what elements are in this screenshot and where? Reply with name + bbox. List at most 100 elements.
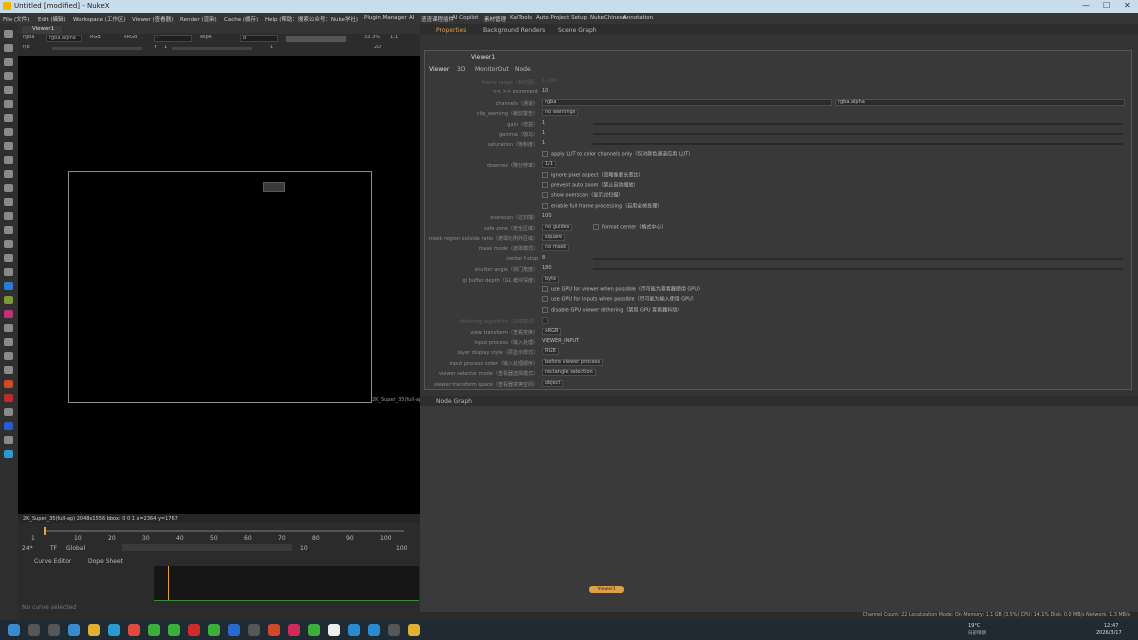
app6-icon[interactable] [268, 624, 280, 636]
particles-tool-icon[interactable] [4, 198, 13, 206]
property-slider[interactable] [593, 133, 1123, 135]
menu-cache[interactable]: Cache (缓存) [224, 15, 258, 23]
merge-tool-icon[interactable] [4, 128, 13, 136]
air-tool-icon[interactable] [4, 268, 13, 276]
node-graph[interactable] [420, 396, 1138, 612]
draw-tool-icon[interactable] [4, 44, 13, 52]
ratio-select[interactable]: 1:1 [388, 35, 402, 42]
subtab-3d[interactable]: 3D [457, 66, 465, 73]
maximize-button[interactable]: ☐ [1103, 1, 1110, 10]
gain-slider[interactable] [52, 47, 142, 50]
task-view-icon[interactable] [48, 624, 60, 636]
property-dropdown[interactable]: no warnings [542, 109, 579, 117]
nuke-taskbar-icon[interactable] [328, 624, 340, 636]
property-dropdown[interactable]: 1/1 [542, 161, 557, 169]
image-tool-icon[interactable] [4, 30, 13, 38]
plugin-blue-icon[interactable] [4, 282, 13, 290]
property-value[interactable]: 1 [542, 120, 545, 127]
app11-icon[interactable] [388, 624, 400, 636]
timeline-track[interactable] [44, 530, 404, 532]
property-slider[interactable] [593, 122, 1123, 125]
property-checkbox[interactable]: prevent auto zoom（禁止自动缩放） [542, 182, 638, 190]
property-checkbox[interactable]: show overscan（显示过扫描） [542, 192, 623, 200]
wipe-select[interactable]: wipe [198, 35, 238, 42]
fps-select[interactable]: 24* [22, 545, 33, 552]
step-value[interactable]: 10 [300, 545, 308, 552]
lut-select[interactable]: sRGB [122, 35, 146, 42]
property-checkbox[interactable]: format center（格式中心） [593, 224, 666, 232]
property-value[interactable]: 1-100 [542, 78, 557, 85]
tf-select[interactable]: TF [50, 545, 57, 552]
weather-temp[interactable]: 19°C [968, 623, 980, 629]
plugin-gray2-icon[interactable] [4, 338, 13, 346]
range-select[interactable]: Global [66, 545, 85, 552]
property-slider[interactable] [593, 143, 1123, 146]
plugin-green-icon[interactable] [4, 296, 13, 304]
plugin-gray6-icon[interactable] [4, 436, 13, 444]
property-dropdown[interactable]: no guides [542, 223, 573, 231]
app3-icon[interactable] [188, 624, 200, 636]
tab-scene-graph[interactable]: Scene Graph [558, 27, 597, 34]
property-dropdown-secondary[interactable]: rgba.alpha [835, 98, 1125, 106]
property-checkbox[interactable]: use GPU for inputs when possible（尽可能为输入使… [542, 296, 697, 304]
plugin-gray5-icon[interactable] [4, 408, 13, 416]
property-slider[interactable] [593, 268, 1123, 271]
menu-annotation[interactable]: Annotation [623, 15, 653, 21]
minimize-button[interactable]: — [1082, 1, 1090, 10]
furnace-tool-icon[interactable] [4, 254, 13, 262]
property-dropdown[interactable]: sRGB [542, 327, 562, 335]
property-dropdown[interactable]: object [542, 379, 564, 387]
menu-ai-copilot[interactable]: AI Copilot [452, 15, 478, 21]
start-icon[interactable] [8, 624, 20, 636]
3d-tool-icon[interactable] [4, 156, 13, 164]
property-value[interactable]: 1 [542, 130, 545, 137]
views-tool-icon[interactable] [4, 170, 13, 178]
viewer-node[interactable]: Viewer1 [589, 586, 624, 593]
property-checkbox[interactable]: ignore pixel aspect（忽略像素长宽比） [542, 172, 643, 180]
tab-background-renders[interactable]: Background Renders [483, 27, 545, 34]
transform-tool-icon[interactable] [4, 142, 13, 150]
viewer-tool-icons[interactable] [286, 36, 346, 42]
property-dropdown[interactable]: before viewer process [542, 358, 604, 366]
time-tool-icon[interactable] [4, 58, 13, 66]
menu-edit[interactable]: Edit (编辑) [38, 15, 66, 23]
curve-grid[interactable] [154, 566, 419, 601]
menu-render[interactable]: Render (渲染) [180, 15, 217, 23]
subtab-viewer[interactable]: Viewer [429, 66, 449, 73]
deep-tool-icon[interactable] [4, 212, 13, 220]
zoom-select[interactable]: 33.3% [362, 35, 380, 42]
frame-value[interactable]: 1 [268, 45, 276, 52]
app5-icon[interactable] [228, 624, 240, 636]
2d-select[interactable]: 2D [372, 45, 384, 52]
property-dropdown[interactable]: byte [542, 275, 560, 283]
other-tool-icon[interactable] [4, 240, 13, 248]
settings-icon[interactable] [248, 624, 260, 636]
menu-help[interactable]: Help (帮助：搜索公众号：Nuke学社) [265, 15, 358, 23]
plugin-red-icon[interactable] [4, 394, 13, 402]
tab-node-graph[interactable]: Node Graph [436, 398, 472, 405]
channel-tool-icon[interactable] [4, 72, 13, 80]
plugin-orange-icon[interactable] [4, 380, 13, 388]
property-slider[interactable] [593, 257, 1123, 260]
menu-kaitools[interactable]: KaiTools [510, 15, 532, 21]
keyer-tool-icon[interactable] [4, 114, 13, 122]
plugin-gray4-icon[interactable] [4, 366, 13, 374]
explorer-icon[interactable] [88, 624, 100, 636]
menu-asset[interactable]: 素材管理 [484, 15, 506, 23]
channels-select[interactable]: rgba [21, 35, 41, 42]
tab-dope-sheet[interactable]: Dope Sheet [88, 558, 123, 565]
app-icon[interactable] [68, 624, 80, 636]
rgb-select[interactable]: RGB [88, 35, 108, 42]
playhead[interactable] [44, 527, 46, 535]
b-input-select[interactable]: B [240, 35, 278, 42]
menu-plugin-manager[interactable]: Plugin Manager [364, 15, 407, 21]
property-dropdown[interactable]: rectangle selection [542, 369, 596, 377]
app2-icon[interactable] [148, 624, 160, 636]
property-checkbox[interactable]: apply LUT to color channels only（仅对颜色通道应… [542, 151, 693, 159]
app8-icon[interactable] [308, 624, 320, 636]
plugin-pink-icon[interactable] [4, 310, 13, 318]
filter-tool-icon[interactable] [4, 100, 13, 108]
app10-icon[interactable] [368, 624, 380, 636]
property-dropdown[interactable]: RGB [542, 348, 559, 356]
app4-icon[interactable] [208, 624, 220, 636]
